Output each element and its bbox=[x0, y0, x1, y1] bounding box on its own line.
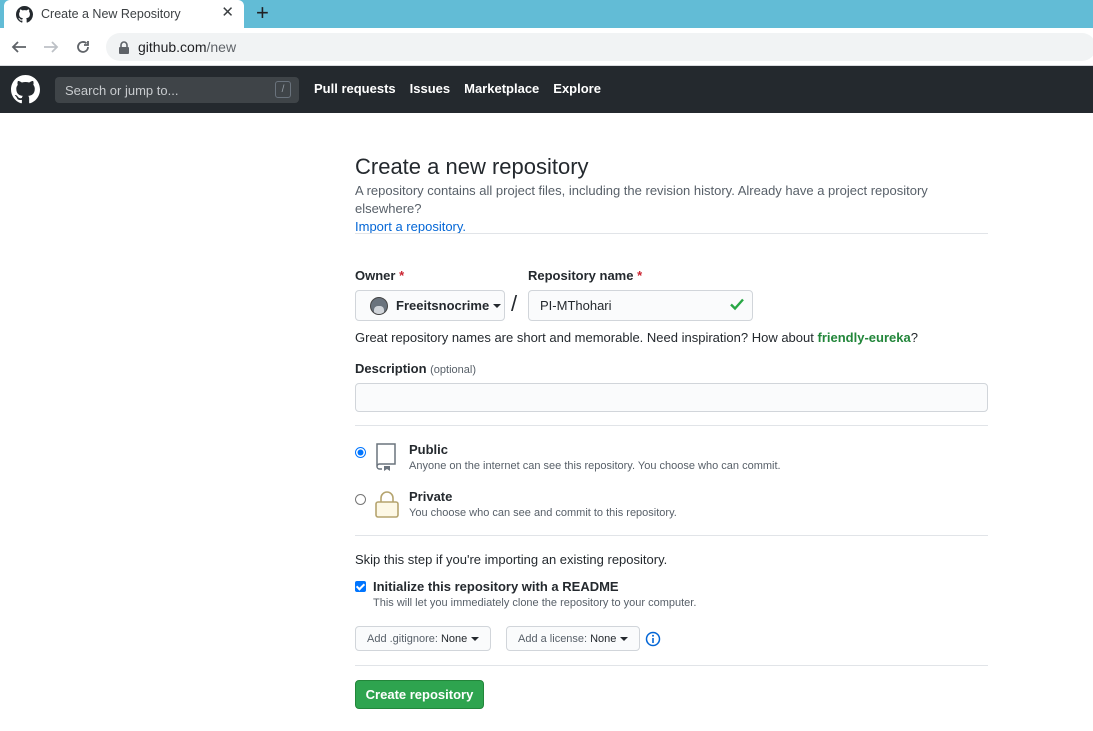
new-tab-button[interactable]: + bbox=[256, 1, 269, 25]
divider bbox=[355, 425, 988, 426]
caret-down-icon bbox=[493, 303, 502, 308]
readme-note: This will let you immediately clone the … bbox=[373, 597, 697, 609]
import-repository-link[interactable]: Import a repository. bbox=[355, 219, 466, 234]
reload-icon[interactable] bbox=[72, 36, 94, 58]
readme-label[interactable]: Initialize this repository with a README bbox=[373, 579, 619, 594]
public-radio[interactable] bbox=[355, 447, 366, 458]
check-icon bbox=[730, 298, 744, 311]
nav-issues[interactable]: Issues bbox=[410, 81, 450, 96]
lock-icon bbox=[119, 40, 129, 54]
private-title: Private bbox=[409, 489, 453, 504]
public-title: Public bbox=[409, 442, 449, 457]
url-omnibox[interactable]: github.com/new bbox=[106, 33, 1093, 61]
browser-tab-strip: Create a New Repository ✕ + bbox=[0, 0, 1093, 28]
create-repository-button[interactable]: Create repository bbox=[355, 680, 484, 709]
url-host: github.com bbox=[138, 39, 207, 55]
readme-checkbox[interactable] bbox=[355, 581, 366, 592]
github-header: Search or jump to... / Pull requests Iss… bbox=[0, 66, 1093, 113]
divider bbox=[355, 535, 988, 536]
github-favicon-icon bbox=[16, 5, 33, 23]
url-path: /new bbox=[206, 39, 237, 55]
page-subhead: A repository contains all project files,… bbox=[355, 182, 995, 236]
gitignore-select-button[interactable]: Add .gitignore: None bbox=[355, 626, 492, 651]
repository-name-label: Repository name * bbox=[528, 268, 643, 283]
nav-marketplace[interactable]: Marketplace bbox=[464, 81, 539, 96]
suggested-name-link[interactable]: friendly-eureka bbox=[817, 330, 910, 345]
subhead-text: A repository contains all project files,… bbox=[355, 183, 928, 216]
name-suggestion-hint: Great repository names are short and mem… bbox=[355, 330, 918, 345]
owner-label: Owner * bbox=[355, 268, 405, 283]
owner-select-button[interactable]: Freeitsnocrime bbox=[355, 290, 505, 321]
license-select-button[interactable]: Add a license: None bbox=[506, 626, 641, 651]
tab-title: Create a New Repository bbox=[41, 7, 181, 21]
info-icon[interactable] bbox=[645, 631, 661, 647]
repository-name-input[interactable] bbox=[528, 290, 753, 321]
search-placeholder: Search or jump to... bbox=[65, 82, 179, 98]
search-shortcut-key: / bbox=[275, 81, 291, 98]
search-input[interactable]: Search or jump to... / bbox=[55, 77, 299, 103]
nav-explore[interactable]: Explore bbox=[553, 81, 601, 96]
caret-down-icon bbox=[471, 636, 480, 641]
owner-repo-separator: / bbox=[511, 291, 518, 316]
divider bbox=[355, 665, 988, 666]
header-nav: Pull requests Issues Marketplace Explore bbox=[314, 81, 615, 96]
private-radio[interactable] bbox=[355, 494, 366, 505]
tab-close-icon[interactable]: ✕ bbox=[221, 4, 234, 22]
private-note: You choose who can see and commit to thi… bbox=[409, 507, 677, 519]
divider bbox=[355, 233, 988, 234]
github-logo-icon[interactable] bbox=[11, 75, 40, 104]
caret-down-icon bbox=[620, 636, 629, 641]
description-label: Description (optional) bbox=[355, 361, 476, 376]
nav-pull-requests[interactable]: Pull requests bbox=[314, 81, 396, 96]
forward-arrow-icon[interactable] bbox=[40, 36, 62, 58]
public-note: Anyone on the internet can see this repo… bbox=[409, 460, 781, 472]
back-arrow-icon[interactable] bbox=[8, 36, 30, 58]
lock-icon bbox=[375, 491, 399, 518]
address-bar: github.com/new bbox=[0, 28, 1093, 66]
skip-step-note: Skip this step if you're importing an ex… bbox=[355, 552, 668, 567]
description-input[interactable] bbox=[355, 383, 988, 412]
repo-icon bbox=[376, 443, 396, 471]
avatar bbox=[370, 296, 388, 315]
owner-value: Freeitsnocrime bbox=[396, 298, 490, 313]
page-title: Create a new repository bbox=[355, 154, 589, 179]
browser-tab[interactable]: Create a New Repository ✕ bbox=[4, 0, 244, 28]
